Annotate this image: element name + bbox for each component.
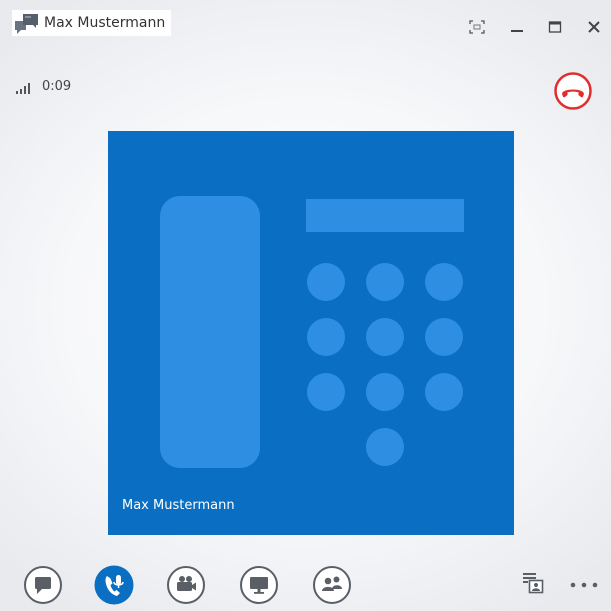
chat-button[interactable] [22,564,64,606]
maximize-icon [548,21,562,33]
call-duration: 0:09 [42,79,72,94]
pop-out-video-icon [523,573,544,594]
participant-name: Max Mustermann [122,498,235,513]
more-options-button[interactable] [569,580,603,590]
fullscreen-icon [469,20,485,34]
pop-out-video-button[interactable] [522,572,544,594]
call-status: 0:09 [16,80,71,94]
close-icon [588,21,600,33]
hang-up-button[interactable] [553,71,593,111]
present-button[interactable] [238,564,280,606]
close-button[interactable] [583,16,605,38]
minimize-button[interactable] [506,16,528,38]
fullscreen-button[interactable] [466,16,488,38]
maximize-button[interactable] [544,16,566,38]
call-video-area: Max Mustermann [108,131,514,535]
minimize-icon [511,30,523,32]
participants-button[interactable] [311,564,353,606]
window-title-text: Max Mustermann [44,15,166,31]
desk-phone-icon [160,196,464,468]
title-bar: Max Mustermann [0,0,611,52]
audio-call-button[interactable] [93,564,135,606]
more-options-icon [570,582,598,588]
conversation-icon [15,14,38,34]
window-title: Max Mustermann [12,10,172,36]
video-button[interactable] [165,564,207,606]
signal-strength-icon [16,83,30,94]
